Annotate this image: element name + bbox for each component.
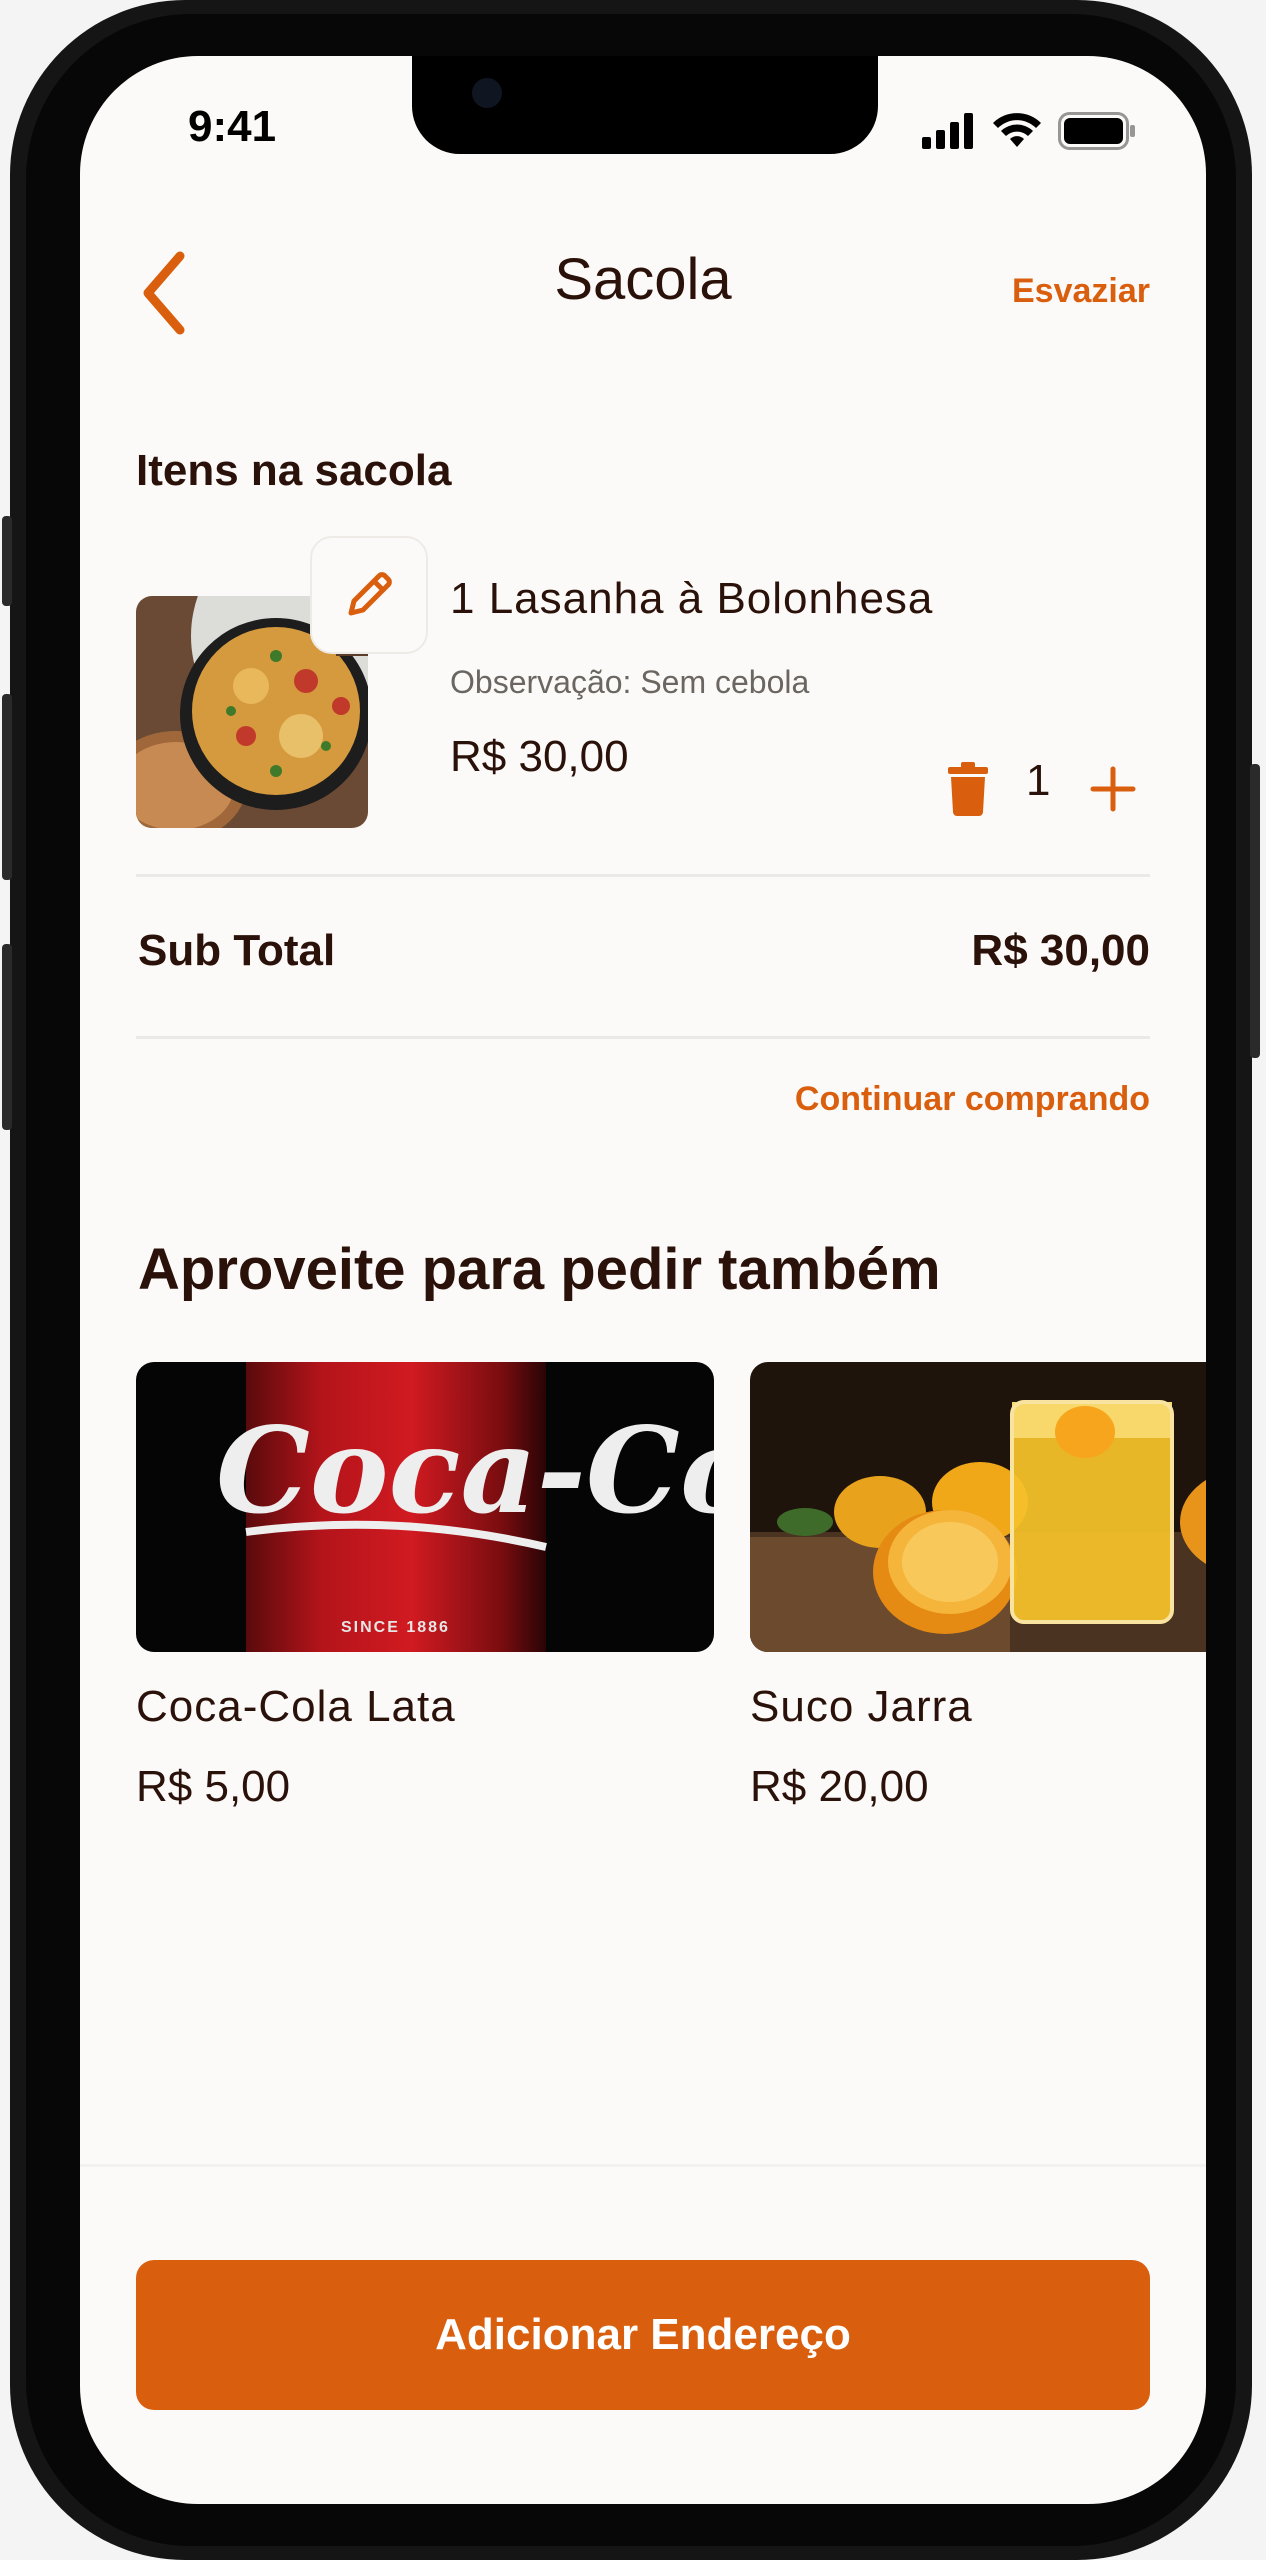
volume-down-button bbox=[2, 944, 12, 1130]
silent-switch bbox=[2, 516, 12, 606]
bag-section-title: Itens na sacola bbox=[136, 446, 452, 495]
dynamic-island bbox=[412, 56, 878, 154]
item-price: R$ 30,00 bbox=[450, 732, 629, 781]
suggestion-card[interactable]: Coca-Co SINCE 1886 Coca-Cola Lata R$ 5,0… bbox=[136, 1362, 714, 1811]
volume-up-button bbox=[2, 694, 12, 880]
subtotal-value: R$ 30,00 bbox=[971, 926, 1150, 975]
suggestion-price: R$ 5,00 bbox=[136, 1762, 291, 1811]
phone-frame: 9:41 Sacola Esvaziar Itens na sacola 1 L… bbox=[2, 0, 1260, 2560]
suggestions-title: Aproveite para pedir também bbox=[138, 1237, 941, 1302]
suggestion-name: Coca-Cola Lata bbox=[136, 1682, 456, 1731]
footer-divider bbox=[80, 2164, 1206, 2167]
can-subtext: SINCE 1886 bbox=[341, 1619, 450, 1636]
suggestion-card[interactable]: Suco Jarra R$ 20,00 bbox=[750, 1362, 1206, 1811]
wifi-icon bbox=[993, 113, 1041, 147]
item-note: Observação: Sem cebola bbox=[450, 664, 810, 700]
add-address-button[interactable]: Adicionar Endereço bbox=[136, 2260, 1150, 2410]
status-icons bbox=[922, 112, 1136, 150]
subtotal-label: Sub Total bbox=[138, 926, 336, 975]
item-name: 1 Lasanha à Bolonhesa bbox=[450, 574, 934, 623]
divider bbox=[136, 1036, 1150, 1039]
app-screen: 9:41 Sacola Esvaziar Itens na sacola 1 L… bbox=[80, 56, 1206, 2504]
suggestion-price: R$ 20,00 bbox=[750, 1762, 929, 1811]
can-logo-text: Coca-Co bbox=[216, 1401, 714, 1540]
orange-juice-image bbox=[750, 1362, 1206, 1652]
empty-bag-button[interactable]: Esvaziar bbox=[1012, 272, 1150, 311]
suggestion-name: Suco Jarra bbox=[750, 1682, 973, 1731]
battery-icon bbox=[1058, 112, 1135, 150]
status-time: 9:41 bbox=[188, 102, 277, 151]
coca-cola-image: Coca-Co SINCE 1886 bbox=[136, 1362, 714, 1652]
divider bbox=[136, 874, 1150, 877]
pencil-icon bbox=[348, 572, 392, 616]
cellular-signal-icon bbox=[922, 113, 973, 149]
power-button bbox=[1250, 764, 1260, 1058]
trash-icon[interactable] bbox=[948, 762, 988, 816]
camera bbox=[472, 78, 502, 108]
edit-item-button[interactable] bbox=[310, 536, 428, 654]
continue-shopping-link[interactable]: Continuar comprando bbox=[795, 1080, 1150, 1119]
item-quantity: 1 bbox=[1026, 756, 1051, 805]
plus-icon[interactable] bbox=[1090, 766, 1136, 812]
